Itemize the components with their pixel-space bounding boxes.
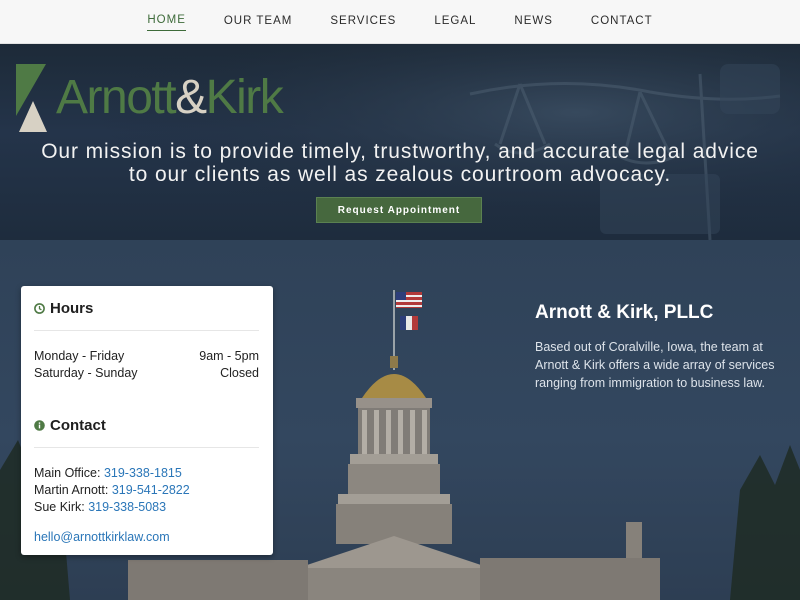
request-appointment-button[interactable]: Request Appointment — [316, 197, 482, 223]
mission-statement: Our mission is to provide timely, trustw… — [0, 140, 800, 186]
contact-title: Contact — [50, 417, 106, 434]
contact-heading: Contact — [34, 417, 259, 434]
contact-label: Main Office: — [34, 466, 101, 480]
logo-wordmark: Arnott&Kirk — [56, 71, 284, 124]
nav-item-home[interactable]: HOME — [147, 12, 186, 31]
info-card: Hours Monday - Friday 9am - 5pm Saturday… — [21, 286, 273, 555]
hours-divider — [34, 330, 259, 331]
contact-line-main-office: Main Office: 319-338-1815 — [34, 465, 259, 482]
hours-day: Monday - Friday — [34, 349, 125, 363]
info-icon — [34, 420, 45, 431]
hero-banner: Arnott&Kirk Our mission is to provide ti… — [0, 44, 800, 240]
hours-row: Monday - Friday 9am - 5pm — [34, 348, 259, 365]
nav-item-contact[interactable]: CONTACT — [591, 13, 653, 31]
hours-heading: Hours — [34, 300, 259, 317]
nav-item-services[interactable]: SERVICES — [330, 13, 396, 31]
email-link[interactable]: hello@arnottkirklaw.com — [34, 530, 170, 544]
hours-day: Saturday - Sunday — [34, 366, 138, 380]
logo-ampersand: & — [175, 71, 207, 124]
clock-icon — [34, 303, 45, 314]
contact-line-martin-arnott: Martin Arnott: 319-541-2822 — [34, 482, 259, 499]
firm-title: Arnott & Kirk, PLLC — [535, 302, 714, 323]
nav-item-legal[interactable]: LEGAL — [434, 13, 476, 31]
logo-triangle-icon — [16, 64, 47, 132]
mission-line-1: Our mission is to provide timely, trustw… — [41, 140, 759, 163]
firm-logo[interactable]: Arnott&Kirk — [16, 64, 284, 132]
sue-kirk-phone-link[interactable]: 319-338-5083 — [88, 500, 166, 514]
nav-item-news[interactable]: NEWS — [514, 13, 553, 31]
main-section: Hours Monday - Friday 9am - 5pm Saturday… — [0, 240, 800, 600]
contact-divider — [34, 447, 259, 448]
us-flag — [396, 292, 422, 308]
hours-row: Saturday - Sunday Closed — [34, 365, 259, 382]
nav-item-our-team[interactable]: OUR TEAM — [224, 13, 293, 31]
contact-label: Martin Arnott: — [34, 483, 109, 497]
firm-description: Based out of Coralville, Iowa, the team … — [535, 340, 775, 390]
hours-time: Closed — [220, 366, 259, 380]
hours-title: Hours — [50, 300, 94, 317]
logo-name-arnott: Arnott — [56, 71, 177, 124]
martin-arnott-phone-link[interactable]: 319-541-2822 — [112, 483, 190, 497]
main-office-phone-link[interactable]: 319-338-1815 — [104, 466, 182, 480]
logo-name-kirk: Kirk — [205, 71, 284, 124]
mission-line-2: to our clients as well as zealous courtr… — [128, 163, 672, 186]
contact-line-sue-kirk: Sue Kirk: 319-338-5083 — [34, 499, 259, 516]
top-nav: HOME OUR TEAM SERVICES LEGAL NEWS CONTAC… — [0, 0, 800, 44]
hours-time: 9am - 5pm — [199, 349, 259, 363]
contact-email-line: hello@arnottkirklaw.com — [34, 529, 259, 546]
contact-label: Sue Kirk: — [34, 500, 85, 514]
